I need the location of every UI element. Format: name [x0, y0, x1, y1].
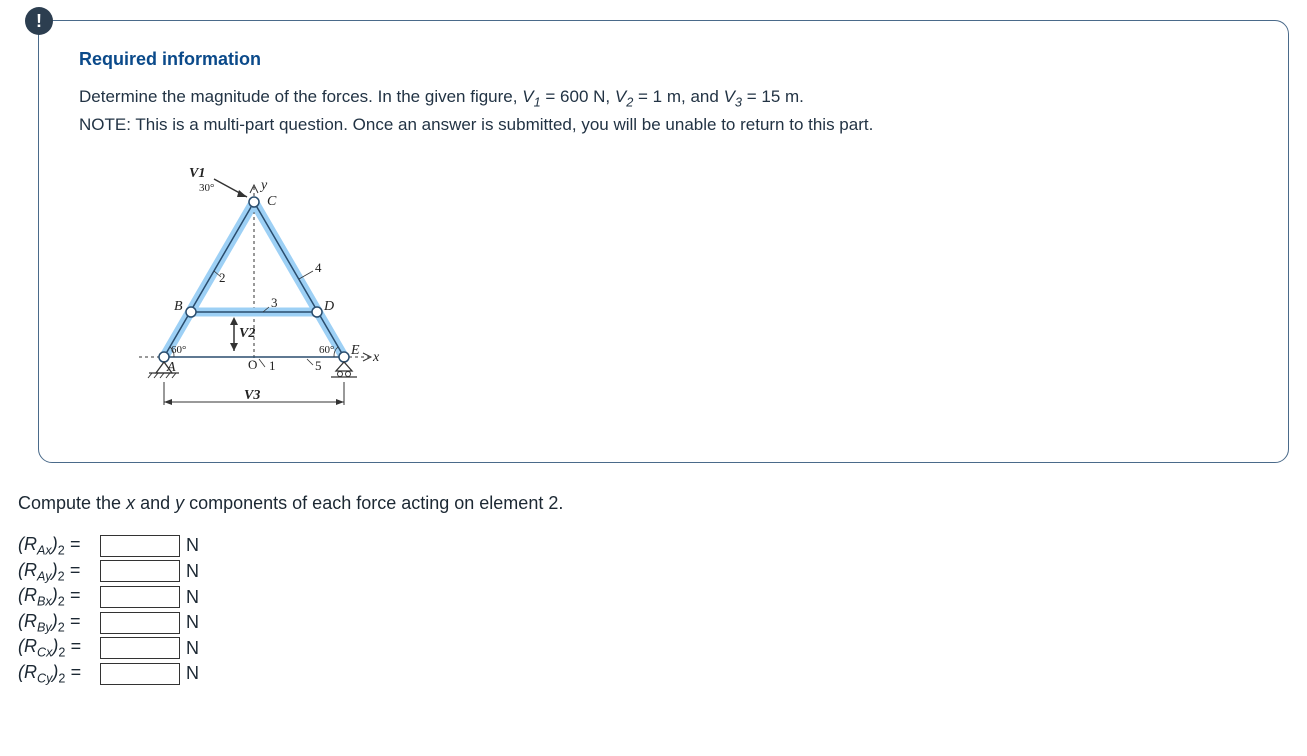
q-mid: and: [135, 493, 175, 513]
note-text: NOTE: This is a multi-part question. Onc…: [79, 115, 873, 134]
answer-row-rcx2: (RCx)2 = N: [18, 636, 1297, 660]
input-rcy2[interactable]: [100, 663, 180, 685]
v2-symbol: V: [615, 87, 626, 106]
ans1-sub: Ay: [37, 569, 52, 583]
unit-5: N: [186, 663, 199, 684]
label-60a: 60°: [171, 344, 186, 356]
ans2-suf: 2: [58, 595, 65, 609]
label-2: 2: [219, 270, 226, 285]
label-C: C: [267, 194, 277, 209]
label-E: E: [350, 343, 360, 358]
ans4-suf: 2: [58, 646, 65, 660]
info-card: ! Required information Determine the mag…: [38, 20, 1289, 463]
q-post: components of each force acting on eleme…: [184, 493, 563, 513]
ans4-sub: Cx: [37, 646, 52, 660]
ans5-sub: Cy: [37, 672, 52, 686]
answer-list: (RAx)2 = N (RAy)2 = N (RBx)2 = N (RBy)2 …: [18, 534, 1297, 686]
truss-svg: y x: [119, 157, 399, 417]
v1-sub: 1: [534, 94, 541, 109]
label-30deg: 30°: [199, 182, 214, 194]
input-rbx2[interactable]: [100, 586, 180, 608]
q-y: y: [175, 493, 184, 513]
label-3: 3: [271, 295, 278, 310]
ans1-main: R: [24, 560, 37, 580]
ans4-main: R: [24, 636, 37, 656]
answer-row-rax2: (RAx)2 = N: [18, 534, 1297, 558]
ans2-main: R: [24, 585, 37, 605]
unit-0: N: [186, 535, 199, 556]
label-B: B: [174, 299, 183, 314]
ans3-sub: By: [37, 620, 52, 634]
answer-row-rbx2: (RBx)2 = N: [18, 585, 1297, 609]
unit-4: N: [186, 638, 199, 659]
ans0-sub: Ax: [37, 544, 52, 558]
label-v2: V2: [239, 326, 255, 341]
alert-badge: !: [25, 7, 53, 35]
answer-row-rcy2: (RCy)2 = N: [18, 662, 1297, 686]
v3-sub: 3: [735, 94, 742, 109]
prompt-text: Determine the magnitude of the forces. I…: [79, 84, 1248, 137]
v3-symbol: V: [724, 87, 735, 106]
label-O: O: [248, 357, 257, 372]
required-info-title: Required information: [79, 49, 1248, 70]
ans0-main: R: [24, 534, 37, 554]
input-rby2[interactable]: [100, 612, 180, 634]
answer-row-ray2: (RAy)2 = N: [18, 560, 1297, 584]
ans1-suf: 2: [58, 569, 65, 583]
ans5-main: R: [24, 662, 37, 682]
axis-y-label: y: [259, 178, 268, 193]
unit-2: N: [186, 587, 199, 608]
axis-x-label: x: [372, 350, 380, 365]
label-v3: V3: [244, 388, 260, 403]
label-5: 5: [315, 358, 322, 373]
v2-value: = 1 m, and: [633, 87, 719, 106]
q-x: x: [126, 493, 135, 513]
answer-row-rby2: (RBy)2 = N: [18, 611, 1297, 635]
question-text: Compute the x and y components of each f…: [18, 493, 1289, 514]
ans5-suf: 2: [58, 672, 65, 686]
label-A: A: [166, 360, 176, 375]
ans2-sub: Bx: [37, 595, 52, 609]
unit-1: N: [186, 561, 199, 582]
input-ray2[interactable]: [100, 560, 180, 582]
input-rcx2[interactable]: [100, 637, 180, 659]
ans3-suf: 2: [58, 620, 65, 634]
ans3-main: R: [24, 611, 37, 631]
truss-figure: y x: [119, 157, 1248, 422]
q-pre: Compute the: [18, 493, 126, 513]
label-60b: 60°: [319, 344, 334, 356]
input-rax2[interactable]: [100, 535, 180, 557]
label-D: D: [323, 299, 334, 314]
label-v1: V1: [189, 166, 205, 181]
v3-value: = 15 m.: [742, 87, 804, 106]
v1-symbol: V: [522, 87, 533, 106]
unit-3: N: [186, 612, 199, 633]
v1-value: = 600 N,: [541, 87, 610, 106]
ans0-suf: 2: [58, 544, 65, 558]
label-4: 4: [315, 260, 322, 275]
label-1: 1: [269, 358, 276, 373]
prompt-part-a: Determine the magnitude of the forces. I…: [79, 87, 517, 106]
